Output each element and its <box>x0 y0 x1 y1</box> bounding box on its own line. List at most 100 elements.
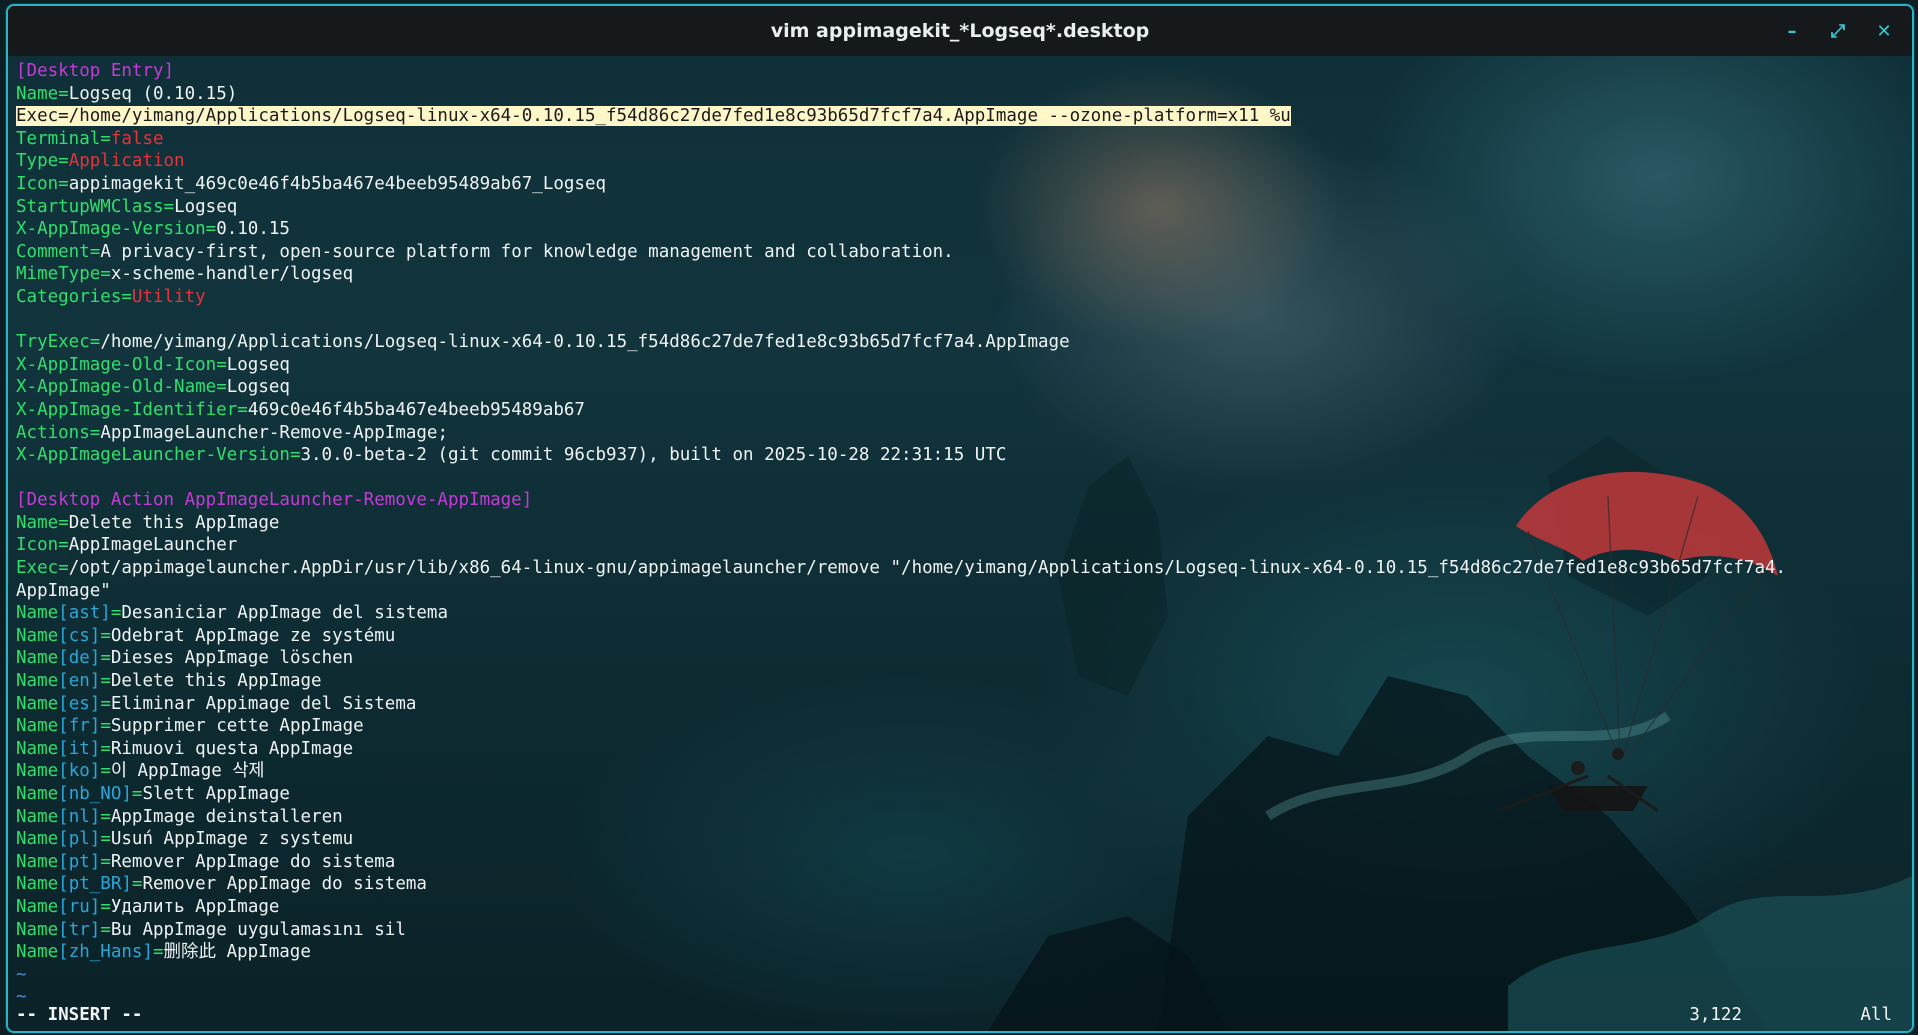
buffer-token: Exec=/home/yimang/Applications/Logseq-li… <box>16 106 1291 127</box>
buffer-line[interactable]: Name[ast]=Desaniciar AppImage del sistem… <box>16 602 1912 625</box>
buffer-line[interactable]: X-AppImage-Old-Icon=Logseq <box>16 354 1912 377</box>
buffer-line[interactable]: [Desktop Entry] <box>16 60 1912 83</box>
editor-buffer[interactable]: [Desktop Entry] Name=Logseq (0.10.15) Exec… <box>16 60 1912 1009</box>
buffer-line[interactable]: Type=Application <box>16 150 1912 173</box>
buffer-token: = <box>131 874 143 895</box>
buffer-token: X-AppImage-Old-Name <box>16 377 217 398</box>
buffer-line[interactable]: Name[fr]=Supprimer cette AppImage <box>16 715 1912 738</box>
buffer-token: = <box>89 332 101 353</box>
buffer-line[interactable]: MimeType=x-scheme-handler/logseq <box>16 263 1912 286</box>
buffer-line[interactable]: X-AppImageLauncher-Version=3.0.0-beta-2 … <box>16 444 1912 467</box>
buffer-token: = <box>100 829 111 850</box>
buffer-line[interactable]: X-AppImage-Identifier=469c0e46f4b5ba467e… <box>16 399 1912 422</box>
buffer-token: = <box>100 671 111 692</box>
buffer-token: Name <box>16 83 59 104</box>
buffer-token: Name <box>16 761 59 782</box>
buffer-token: /home/yimang/Applications/Logseq-linux-x… <box>100 332 1070 353</box>
buffer-line[interactable]: Name[tr]=Bu AppImage uygulamasını sil <box>16 919 1912 942</box>
buffer-token: [es] <box>58 693 101 714</box>
buffer-line[interactable]: Name[pt_BR]=Remover AppImage do sistema <box>16 873 1912 896</box>
buffer-line[interactable]: Name[ru]=Удалить AppImage <box>16 896 1912 919</box>
buffer-token: X-AppImageLauncher-Version <box>16 445 290 466</box>
terminal-area[interactable]: [Desktop Entry] Name=Logseq (0.10.15) Exec… <box>8 56 1912 1031</box>
buffer-line[interactable]: Name[nb_NO]=Slett AppImage <box>16 783 1912 806</box>
buffer-token: = <box>110 603 122 624</box>
buffer-line[interactable]: Categories=Utility <box>16 286 1912 309</box>
buffer-line[interactable]: AppImage" <box>16 580 1912 603</box>
buffer-line[interactable]: Comment=A privacy-first, open-source pla… <box>16 241 1912 264</box>
buffer-line[interactable]: Actions=AppImageLauncher-Remove-AppImage… <box>16 422 1912 445</box>
buffer-token: AppImageLauncher-Remove-AppImage; <box>100 422 448 443</box>
buffer-line[interactable]: Terminal=false <box>16 128 1912 151</box>
buffer-line[interactable]: Name[pt]=Remover AppImage do sistema <box>16 851 1912 874</box>
buffer-token: = <box>58 558 69 579</box>
buffer-line[interactable]: StartupWMClass=Logseq <box>16 196 1912 219</box>
buffer-line[interactable]: TryExec=/home/yimang/Applications/Logseq… <box>16 331 1912 354</box>
window-controls: – ⤢ ✕ <box>1778 6 1898 56</box>
buffer-token: = <box>289 445 301 466</box>
maximize-icon[interactable]: ⤢ <box>1824 17 1852 45</box>
minimize-icon[interactable]: – <box>1778 17 1806 45</box>
buffer-line[interactable]: Name[cs]=Odebrat AppImage ze systému <box>16 625 1912 648</box>
buffer-token: [pt] <box>58 851 101 872</box>
buffer-token: [pl] <box>58 829 101 850</box>
buffer-token: appimagekit_469c0e46f4b5ba467e4beeb95489… <box>68 173 607 194</box>
buffer-token: Remover AppImage do sistema <box>142 874 427 895</box>
close-icon[interactable]: ✕ <box>1870 17 1898 45</box>
buffer-token: X-AppImage-Old-Icon <box>16 354 217 375</box>
buffer-token: = <box>100 128 111 149</box>
buffer-token: = <box>100 625 111 646</box>
buffer-token: [zh_Hans] <box>58 942 153 963</box>
buffer-line[interactable] <box>16 309 1912 332</box>
buffer-token: ~ <box>16 964 27 985</box>
buffer-line[interactable]: Name[zh_Hans]=删除此 AppImage <box>16 941 1912 964</box>
buffer-token: = <box>58 151 69 172</box>
buffer-token: Exec <box>16 558 59 579</box>
buffer-line[interactable]: Name[en]=Delete this AppImage <box>16 670 1912 693</box>
buffer-token: Actions <box>16 422 90 443</box>
buffer-token: A privacy-first, open-source platform fo… <box>100 241 954 262</box>
buffer-line[interactable]: Exec=/opt/appimagelauncher.AppDir/usr/li… <box>16 557 1912 580</box>
buffer-token: Name <box>16 851 59 872</box>
buffer-line[interactable]: X-AppImage-Old-Name=Logseq <box>16 376 1912 399</box>
buffer-line[interactable]: Name[nl]=AppImage deinstalleren <box>16 806 1912 829</box>
buffer-line[interactable]: X-AppImage-Version=0.10.15 <box>16 218 1912 241</box>
buffer-line[interactable]: [Desktop Action AppImageLauncher-Remove-… <box>16 489 1912 512</box>
buffer-token: x-scheme-handler/logseq <box>110 264 354 285</box>
buffer-line[interactable]: Name[ko]=이 AppImage 삭제 <box>16 760 1912 783</box>
buffer-token: = <box>100 716 111 737</box>
title-bar[interactable]: vim appimagekit_*Logseq*.desktop – ⤢ ✕ <box>8 6 1912 56</box>
buffer-line[interactable]: Name[it]=Rimuovi questa AppImage <box>16 738 1912 761</box>
buffer-line[interactable]: Exec=/home/yimang/Applications/Logseq-li… <box>16 105 1912 128</box>
buffer-line[interactable]: ~ <box>16 964 1912 987</box>
buffer-line[interactable]: Name=Logseq (0.10.15) <box>16 83 1912 106</box>
buffer-line[interactable]: Name[es]=Eliminar Appimage del Sistema <box>16 693 1912 716</box>
buffer-line[interactable]: Name=Delete this AppImage <box>16 512 1912 535</box>
buffer-token: = <box>100 693 111 714</box>
buffer-token: [en] <box>58 671 101 692</box>
buffer-token: X-AppImage-Identifier <box>16 399 238 420</box>
buffer-token: = <box>58 83 69 104</box>
buffer-line[interactable]: Icon=appimagekit_469c0e46f4b5ba467e4beeb… <box>16 173 1912 196</box>
buffer-token: Name <box>16 896 59 917</box>
buffer-token: 이 AppImage 삭제 <box>110 761 265 782</box>
buffer-token: Supprimer cette AppImage <box>110 716 364 737</box>
buffer-token: Name <box>16 784 59 804</box>
buffer-token: Slett AppImage <box>142 784 290 804</box>
buffer-token: Name <box>16 942 59 963</box>
buffer-token: [fr] <box>58 716 101 737</box>
buffer-token: Utility <box>131 286 206 307</box>
buffer-line[interactable]: Name[de]=Dieses AppImage löschen <box>16 647 1912 670</box>
buffer-line[interactable] <box>16 467 1912 490</box>
buffer-token: = <box>89 241 101 262</box>
buffer-token: [cs] <box>58 625 101 646</box>
buffer-token: [nb_NO] <box>58 784 132 804</box>
buffer-line[interactable]: Icon=AppImageLauncher <box>16 534 1912 557</box>
buffer-token: = <box>152 942 164 963</box>
buffer-line[interactable]: Name[pl]=Usuń AppImage z systemu <box>16 828 1912 851</box>
buffer-token: [ko] <box>58 761 101 782</box>
buffer-token: Name <box>16 919 59 940</box>
window-title: vim appimagekit_*Logseq*.desktop <box>770 20 1150 42</box>
buffer-token: 469c0e46f4b5ba467e4beeb95489ab67 <box>247 399 585 420</box>
buffer-token: Type <box>16 151 59 172</box>
